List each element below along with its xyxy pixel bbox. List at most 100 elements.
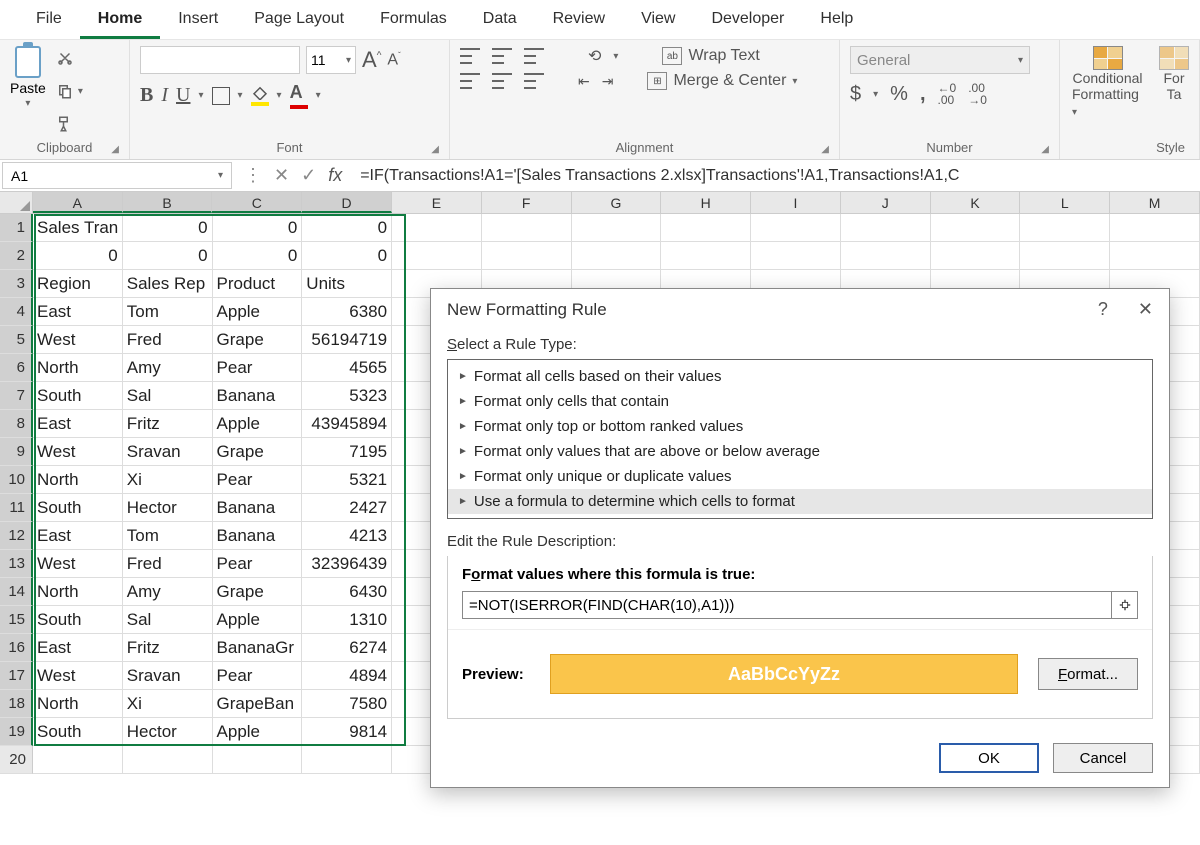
align-center-icon[interactable] [492,73,512,89]
format-painter-button[interactable] [56,111,83,136]
cell[interactable] [1110,214,1200,242]
cell[interactable]: Sal [123,606,213,634]
cell[interactable]: Units [302,270,392,298]
cell[interactable]: South [33,494,123,522]
cell[interactable] [841,242,931,270]
cell[interactable]: Hector [123,494,213,522]
cell[interactable]: Banana [213,494,303,522]
cell[interactable]: 6430 [302,578,392,606]
column-header[interactable]: B [123,192,213,213]
cell[interactable]: Banana [213,382,303,410]
cell[interactable]: North [33,578,123,606]
row-header[interactable]: 4 [0,298,33,326]
cell[interactable]: 9814 [302,718,392,746]
formula-menu-icon[interactable]: ⋮ [244,165,262,186]
name-box[interactable]: A1▾ [2,162,232,189]
help-icon[interactable]: ? [1098,299,1108,320]
cell[interactable]: Grape [213,438,303,466]
number-format-select[interactable]: General▾ [850,46,1030,74]
column-header[interactable]: I [751,192,841,213]
cell[interactable]: 4213 [302,522,392,550]
row-header[interactable]: 17 [0,662,33,690]
cell[interactable]: Pear [213,662,303,690]
cell[interactable]: North [33,466,123,494]
cell[interactable]: Tom [123,522,213,550]
rule-type-item[interactable]: ►Format only unique or duplicate values [448,464,1152,489]
cell[interactable]: Banana [213,522,303,550]
column-header[interactable]: L [1020,192,1110,213]
cell[interactable]: West [33,550,123,578]
font-size-select[interactable]: 11▾ [306,46,356,74]
cell[interactable]: 7580 [302,690,392,718]
cell[interactable] [33,746,123,774]
menu-tab-review[interactable]: Review [535,4,623,39]
cell[interactable] [751,242,841,270]
cell[interactable]: Hector [123,718,213,746]
cell[interactable]: East [33,634,123,662]
cell[interactable]: Amy [123,354,213,382]
cell[interactable]: 7195 [302,438,392,466]
row-header[interactable]: 9 [0,438,33,466]
cell[interactable] [392,242,482,270]
merge-center-button[interactable]: ⊞Merge & Center▾ [647,72,797,90]
column-header[interactable]: E [392,192,482,213]
orientation-button[interactable]: ⟲ [588,46,601,66]
decrease-font-icon[interactable]: Aˇ [387,51,400,69]
column-header[interactable]: M [1110,192,1200,213]
format-as-table-button[interactable]: For Ta [1159,46,1189,126]
cell[interactable] [123,746,213,774]
cell[interactable]: Sales Tran [33,214,123,242]
cell[interactable]: South [33,718,123,746]
cell[interactable]: Product [213,270,303,298]
cell[interactable]: Pear [213,466,303,494]
row-header[interactable]: 6 [0,354,33,382]
cell[interactable]: Grape [213,326,303,354]
align-middle-icon[interactable] [492,48,512,64]
copy-button[interactable]: ▾ [56,79,83,104]
cell[interactable]: East [33,410,123,438]
bold-button[interactable]: B [140,84,153,107]
select-all-button[interactable] [0,192,33,213]
cell[interactable]: South [33,606,123,634]
range-selector-icon[interactable] [1111,592,1137,618]
close-icon[interactable]: ✕ [1138,299,1153,320]
align-left-icon[interactable] [460,73,480,89]
rule-type-item[interactable]: ►Format only top or bottom ranked values [448,414,1152,439]
cell[interactable]: 2427 [302,494,392,522]
format-button[interactable]: Format... [1038,658,1138,690]
cell[interactable] [213,746,303,774]
chevron-down-icon[interactable]: ▾ [25,98,30,109]
font-color-button[interactable]: A [290,82,308,109]
formula-input-field[interactable] [463,592,1111,618]
cell[interactable] [482,214,572,242]
menu-tab-help[interactable]: Help [802,4,871,39]
formula-input[interactable]: =IF(Transactions!A1='[Sales Transactions… [352,160,1200,191]
menu-tab-file[interactable]: File [18,4,80,39]
menu-tab-view[interactable]: View [623,4,693,39]
row-header[interactable]: 16 [0,634,33,662]
cell[interactable]: Fred [123,326,213,354]
cell[interactable] [1110,242,1200,270]
underline-button[interactable]: U [176,84,190,107]
cell[interactable]: 0 [302,242,392,270]
cancel-formula-icon[interactable]: ✕ [274,165,289,186]
cell[interactable]: Apple [213,410,303,438]
dialog-launcher-icon[interactable]: ◢ [821,144,829,155]
cell[interactable]: Pear [213,550,303,578]
cell[interactable]: West [33,326,123,354]
cell[interactable]: South [33,382,123,410]
cell[interactable] [302,746,392,774]
cell[interactable]: 43945894 [302,410,392,438]
cell[interactable]: 1310 [302,606,392,634]
cell[interactable]: Xi [123,690,213,718]
cell[interactable]: West [33,662,123,690]
column-header[interactable]: D [302,192,392,213]
cell[interactable]: 0 [213,242,303,270]
cell[interactable]: 0 [123,214,213,242]
font-name-select[interactable] [140,46,300,74]
increase-indent-icon[interactable]: ⇥ [602,73,614,90]
cell[interactable]: Sal [123,382,213,410]
row-header[interactable]: 3 [0,270,33,298]
cell[interactable]: East [33,298,123,326]
menu-tab-home[interactable]: Home [80,4,160,39]
